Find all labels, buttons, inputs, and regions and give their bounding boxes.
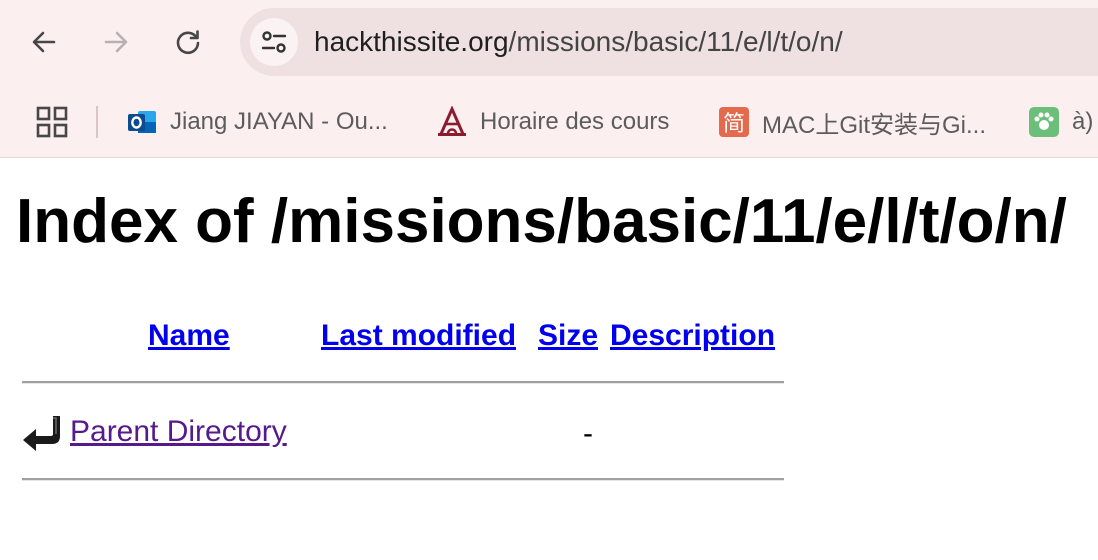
column-header-name[interactable]: Name <box>148 316 230 356</box>
bookmarks-separator <box>96 106 98 138</box>
column-header-size[interactable]: Size <box>538 316 598 356</box>
site-info-button[interactable] <box>250 18 298 66</box>
bookmarks-bar: Jiang JIAYAN - Ou... Horaire des cours 简… <box>0 84 1098 157</box>
bookmark-jianshu[interactable]: 简 MAC上Git安装与Gi... <box>718 104 986 140</box>
bookmark-label: MAC上Git安装与Gi... <box>762 111 987 139</box>
university-logo-icon <box>436 106 468 138</box>
forward-arrow-icon <box>104 31 128 53</box>
page-title: Index of /missions/basic/11/e/l/t/o/n/ <box>16 187 1067 256</box>
url-host: hackthissite.org <box>314 26 509 57</box>
url-path: /missions/basic/11/e/l/t/o/n/ <box>508 26 843 57</box>
outlook-icon <box>126 106 158 138</box>
page-content: Index of /missions/basic/11/e/l/t/o/n/ N… <box>0 158 1098 560</box>
address-bar[interactable]: hackthissite.org/missions/basic/11/e/l/t… <box>240 8 1098 76</box>
apps-button[interactable] <box>36 106 68 138</box>
browser-chrome: hackthissite.org/missions/basic/11/e/l/t… <box>0 0 1098 158</box>
bookmark-label: Jiang JIAYAN - Ou... <box>170 108 388 135</box>
column-header-description[interactable]: Description <box>610 316 775 356</box>
table-divider-bottom <box>22 478 784 481</box>
jianshu-icon: 简 <box>718 106 750 138</box>
size-value: - <box>583 417 593 450</box>
apps-grid-icon <box>36 106 68 138</box>
reload-icon <box>176 30 200 55</box>
back-arrow-icon <box>32 31 56 53</box>
tune-icon <box>261 31 287 53</box>
bookmark-green-app[interactable]: à) <box>1028 104 1093 140</box>
url-text[interactable]: hackthissite.org/missions/basic/11/e/l/t… <box>314 24 843 60</box>
bookmark-label: Horaire des cours <box>480 108 670 135</box>
back-arrow-icon <box>20 410 64 454</box>
column-header-last-modified[interactable]: Last modified <box>321 316 516 356</box>
reload-button[interactable] <box>166 22 210 62</box>
bookmark-outlook[interactable]: Jiang JIAYAN - Ou... <box>126 104 388 140</box>
jianshu-icon-glyph: 简 <box>719 107 749 137</box>
green-app-icon <box>1028 106 1060 138</box>
back-button[interactable] <box>22 22 66 62</box>
parent-directory-link[interactable]: Parent Directory <box>70 412 287 452</box>
bookmark-label: à) <box>1072 108 1094 135</box>
browser-toolbar: hackthissite.org/missions/basic/11/e/l/t… <box>0 0 1098 84</box>
table-divider-top <box>22 381 784 384</box>
forward-button[interactable] <box>94 22 138 62</box>
bookmark-horaire[interactable]: Horaire des cours <box>436 104 669 140</box>
